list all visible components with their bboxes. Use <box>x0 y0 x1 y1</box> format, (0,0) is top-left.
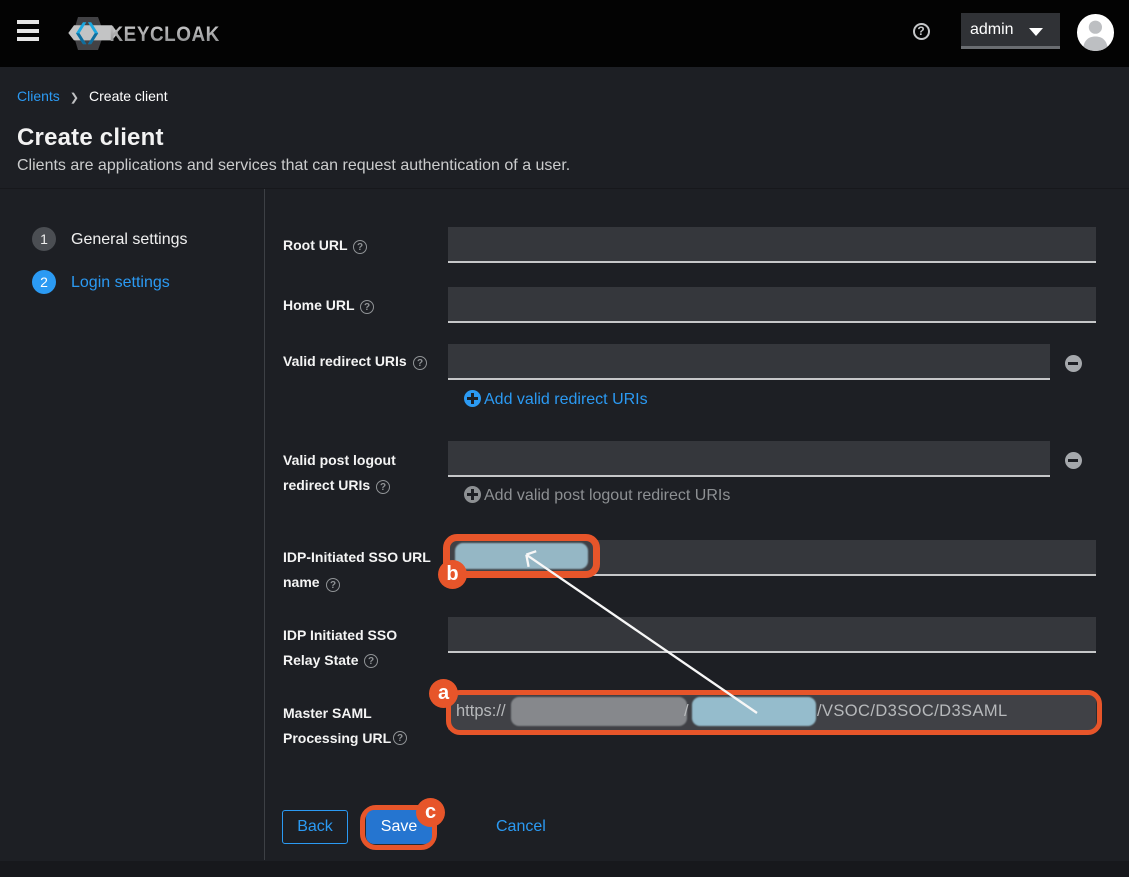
svg-text:KEYCLOAK: KEYCLOAK <box>110 23 220 46</box>
